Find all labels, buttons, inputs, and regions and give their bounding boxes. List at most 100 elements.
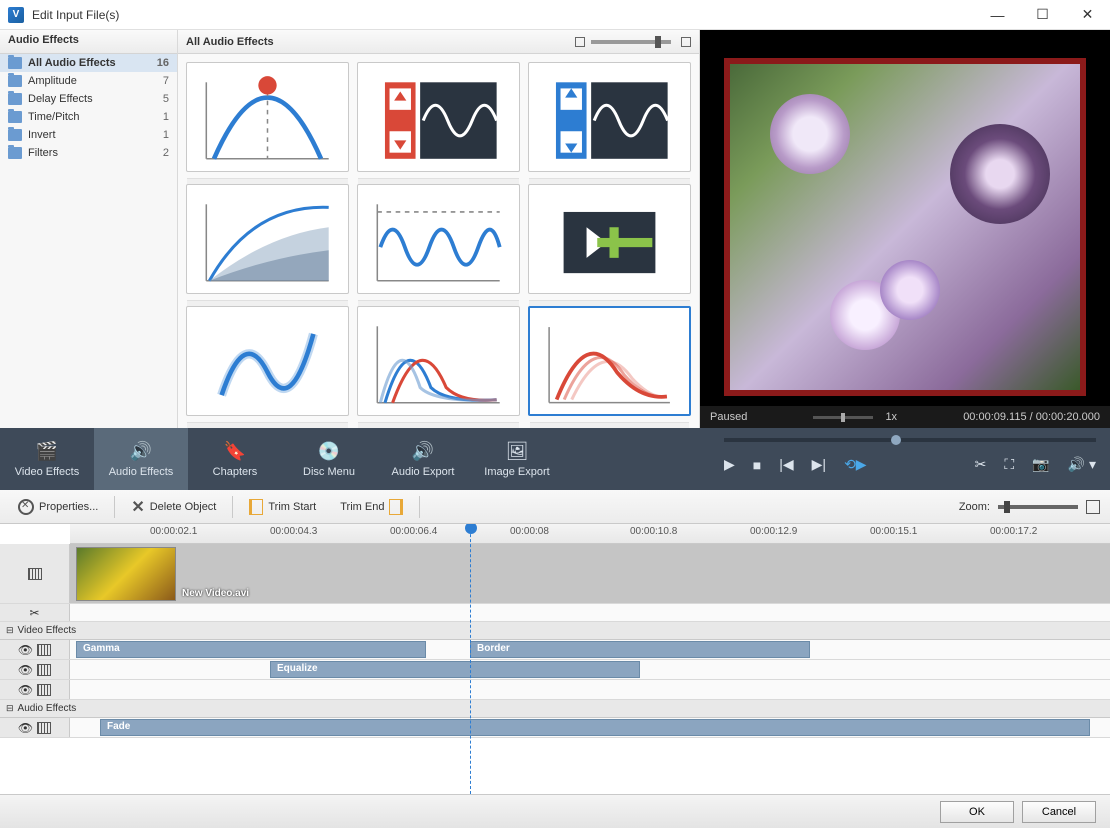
time-display: 00:00:09.115 / 00:00:20.000 — [963, 411, 1100, 423]
cancel-button[interactable]: Cancel — [1022, 801, 1096, 823]
eye-icon: 👁 — [18, 683, 33, 697]
sidebar-item-delay-effects[interactable]: Delay Effects5 — [0, 90, 177, 108]
timeline-zoom-slider[interactable] — [998, 505, 1078, 509]
maximize-button[interactable]: ☐ — [1020, 0, 1065, 30]
trim-start-icon — [249, 499, 263, 515]
sidebar-item-time-pitch[interactable]: Time/Pitch1 — [0, 108, 177, 126]
tab-video-effects[interactable]: 🎬Video Effects — [0, 428, 94, 490]
audio-fx-track-1: 👁 Fade — [0, 718, 1110, 738]
film-star-icon: 🎬 — [34, 441, 60, 463]
speaker-up-icon: 🔊 — [410, 441, 436, 463]
playback-state: Paused — [710, 411, 747, 423]
effect-chorus[interactable]: Chorus — [528, 306, 691, 416]
effects-panel: All Audio Effects AmplifyCompressorExpan… — [178, 30, 700, 428]
tab-audio-effects[interactable]: 🔊Audio Effects — [94, 428, 188, 490]
tab-disc-menu[interactable]: 💿Disc Menu — [282, 428, 376, 490]
trim-start-button[interactable]: Trim Start — [241, 495, 324, 519]
cut-track-head[interactable]: ✂ — [0, 604, 70, 621]
view-small-icon[interactable] — [575, 37, 585, 47]
ruler-tick: 00:00:12.9 — [750, 526, 797, 537]
video-clip-label: New Video.avi — [182, 588, 249, 599]
speed-slider[interactable] — [813, 416, 873, 419]
loop-button[interactable]: ⟲▶ — [844, 456, 867, 473]
cut-track: ✂ — [0, 604, 1110, 622]
film-icon — [37, 644, 51, 656]
delete-object-button[interactable]: ✕Delete Object — [123, 493, 224, 521]
volume-icon[interactable]: 🔊 ▾ — [1068, 456, 1096, 473]
view-large-icon[interactable] — [681, 37, 691, 47]
snapshot-icon[interactable]: 📷 — [1032, 456, 1049, 473]
video-fx-track-1: 👁 Gamma Border — [0, 640, 1110, 660]
fx-track-head[interactable]: 👁 — [0, 718, 70, 737]
eye-icon: 👁 — [18, 721, 33, 735]
ruler-tick: 00:00:17.2 — [990, 526, 1037, 537]
video-clip[interactable] — [76, 547, 176, 601]
cut-icon[interactable]: ✂ — [975, 456, 987, 473]
film-icon — [37, 664, 51, 676]
fx-track-head[interactable]: 👁 — [0, 680, 70, 699]
fullscreen-icon[interactable]: ⛶ — [1004, 456, 1014, 473]
effect-flanger[interactable]: Flanger — [357, 306, 520, 416]
effect-amplify[interactable]: Amplify — [186, 62, 349, 172]
next-frame-button[interactable]: ▶| — [812, 456, 826, 473]
effects-sidebar: Audio Effects All Audio Effects16Amplitu… — [0, 30, 178, 428]
playhead[interactable] — [470, 524, 471, 794]
delete-icon: ✕ — [131, 497, 144, 517]
speaker-star-icon: 🔊 — [128, 441, 154, 463]
eye-icon: 👁 — [18, 663, 33, 677]
video-track-head[interactable] — [0, 544, 70, 603]
stop-button[interactable]: ■ — [753, 457, 761, 473]
close-button[interactable]: ✕ — [1065, 0, 1110, 30]
effect-fade[interactable]: Fade — [186, 184, 349, 294]
properties-button[interactable]: Properties... — [10, 495, 106, 519]
video-effects-section[interactable]: ⊟Video Effects — [0, 622, 1110, 640]
disc-icon: 💿 — [316, 441, 342, 463]
trim-end-button[interactable]: Trim End — [332, 495, 411, 519]
play-button[interactable]: ▶ — [724, 456, 735, 473]
effect-silence[interactable]: Silence — [528, 184, 691, 294]
ruler-tick: 00:00:02.1 — [150, 526, 197, 537]
fx-track-head[interactable]: 👁 — [0, 660, 70, 679]
eye-icon: 👁 — [18, 643, 33, 657]
zoom-fit-icon[interactable] — [1086, 500, 1100, 514]
fx-clip-gamma[interactable]: Gamma — [76, 641, 426, 658]
effects-header-title: All Audio Effects — [186, 36, 274, 48]
folder-icon — [8, 147, 22, 159]
tab-audio-export[interactable]: 🔊Audio Export — [376, 428, 470, 490]
timeline: 00:00:02.100:00:04.300:00:06.400:00:0800… — [0, 524, 1110, 794]
fx-track-head[interactable]: 👁 — [0, 640, 70, 659]
audio-effects-section[interactable]: ⊟Audio Effects — [0, 700, 1110, 718]
seek-bar[interactable] — [724, 438, 1096, 442]
effect-vibrato[interactable]: Vibrato — [186, 306, 349, 416]
folder-icon — [8, 57, 22, 69]
sidebar-item-all-audio-effects[interactable]: All Audio Effects16 — [0, 54, 177, 72]
effect-expander[interactable]: Expander — [528, 62, 691, 172]
ok-button[interactable]: OK — [940, 801, 1014, 823]
ruler-tick: 00:00:06.4 — [390, 526, 437, 537]
tab-image-export[interactable]: 🖼Image Export — [470, 428, 564, 490]
ruler-tick: 00:00:10.8 — [630, 526, 677, 537]
fx-clip-equalize[interactable]: Equalize — [270, 661, 640, 678]
folder-icon — [8, 129, 22, 141]
effect-normalize[interactable]: Normalize — [357, 184, 520, 294]
app-icon: V — [8, 7, 24, 23]
sidebar-header: Audio Effects — [0, 30, 177, 54]
preview-video[interactable] — [724, 58, 1086, 396]
ruler-tick: 00:00:04.3 — [270, 526, 317, 537]
timeline-ruler[interactable]: 00:00:02.100:00:04.300:00:06.400:00:0800… — [70, 524, 1110, 544]
video-fx-track-3: 👁 — [0, 680, 1110, 700]
effect-compressor[interactable]: Compressor — [357, 62, 520, 172]
fx-clip-fade[interactable]: Fade — [100, 719, 1090, 736]
sidebar-item-invert[interactable]: Invert1 — [0, 126, 177, 144]
sidebar-item-amplitude[interactable]: Amplitude7 — [0, 72, 177, 90]
tab-chapters[interactable]: 🔖Chapters — [188, 428, 282, 490]
fx-clip-border[interactable]: Border — [470, 641, 810, 658]
folder-icon — [8, 111, 22, 123]
sidebar-item-filters[interactable]: Filters2 — [0, 144, 177, 162]
thumb-zoom-slider[interactable] — [591, 40, 671, 44]
prev-frame-button[interactable]: |◀ — [779, 456, 793, 473]
folder-icon — [8, 93, 22, 105]
scissors-icon: ✂ — [29, 606, 39, 620]
video-track-body[interactable]: New Video.avi — [70, 544, 1110, 603]
minimize-button[interactable]: — — [975, 0, 1020, 30]
